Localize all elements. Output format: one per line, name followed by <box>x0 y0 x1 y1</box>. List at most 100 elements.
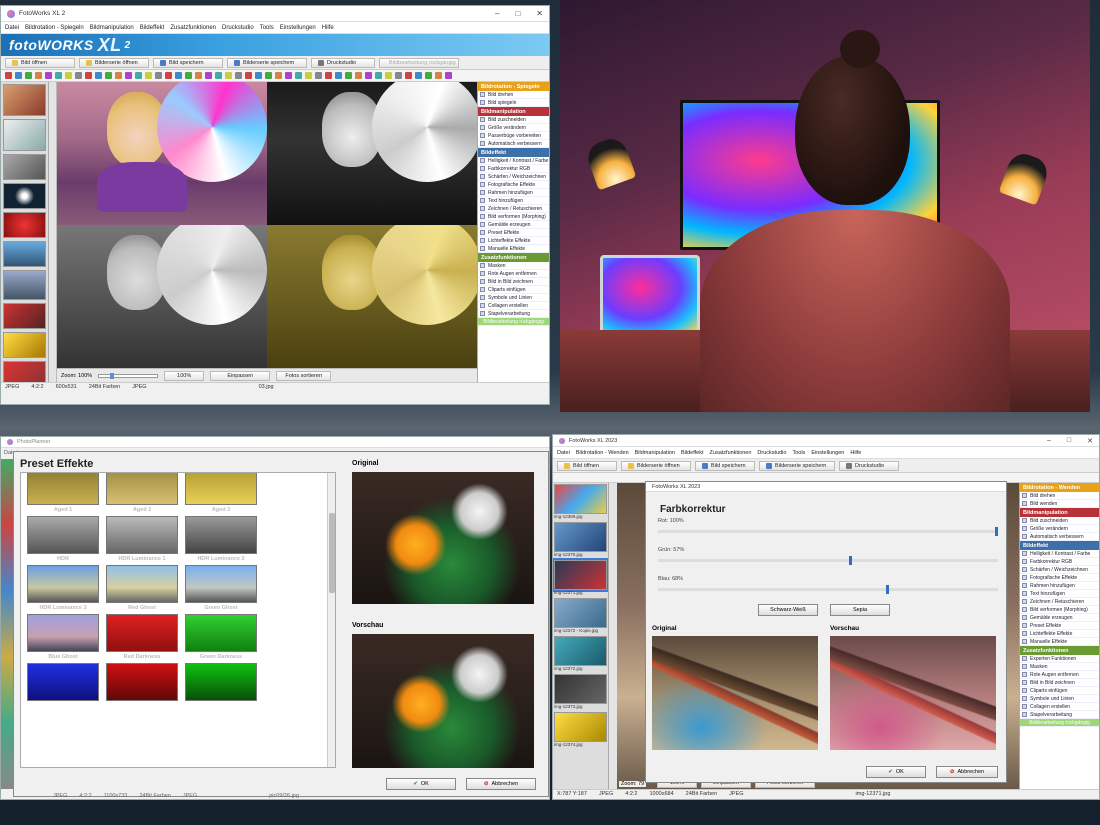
panel-item[interactable]: Bild zuschneiden <box>478 116 549 124</box>
preset-thumbnail[interactable] <box>106 516 178 554</box>
menu-item-zusatzfunktionen[interactable]: Zusatzfunktionen <box>710 450 752 456</box>
panel-item[interactable]: Zeichnen / Retuschieren <box>478 205 549 213</box>
tool-icon[interactable] <box>55 72 62 79</box>
tool-icon[interactable] <box>5 72 12 79</box>
preset-thumbnail[interactable] <box>106 565 178 603</box>
undo-button[interactable]: Bildbearbeitung rückgängig <box>379 57 459 68</box>
panel-item[interactable]: Größe verändern <box>478 124 549 132</box>
thumbnail[interactable] <box>3 303 46 329</box>
panel-item[interactable]: Bild in Bild zeichnen <box>478 278 549 286</box>
panel-item[interactable]: Collagen erstellen <box>1020 703 1099 711</box>
menu-item-bildrotation[interactable]: Bildrotation - Spiegeln <box>25 25 84 31</box>
menu-item-bildrotation[interactable]: Bildrotation - Wenden <box>576 450 629 456</box>
tool-icon[interactable] <box>235 72 242 79</box>
panel-item[interactable]: Lichteffekte Effekte <box>478 237 549 245</box>
panel-item[interactable]: Symbole und Linien <box>1020 695 1099 703</box>
red-slider-knob[interactable] <box>995 527 998 536</box>
save-series-button[interactable]: Bilderserie speichern <box>227 57 307 68</box>
tool-icon[interactable] <box>105 72 112 79</box>
panel-item[interactable]: Text hinzufügen <box>1020 590 1099 598</box>
tool-icon[interactable] <box>205 72 212 79</box>
tool-icon[interactable] <box>225 72 232 79</box>
image-canvas[interactable] <box>57 82 477 368</box>
panel-item[interactable]: Manuelle Effekte <box>478 245 549 253</box>
tool-icon[interactable] <box>435 72 442 79</box>
panel-item[interactable]: Bild zuschneiden <box>1020 517 1099 525</box>
menu-item-bildmanipulation[interactable]: Bildmanipulation <box>635 450 675 456</box>
open-image-button[interactable]: Bild öffnen <box>5 57 75 68</box>
panel-item[interactable]: Zeichnen / Retuschieren <box>1020 598 1099 606</box>
thumbnail-scrollbar[interactable] <box>609 483 617 789</box>
panel-item[interactable]: Schärfen / Weichzeichnen <box>478 173 549 181</box>
tool-icon[interactable] <box>115 72 122 79</box>
cancel-button[interactable]: ⊘ Abbrechen <box>936 766 998 778</box>
thumbnail[interactable] <box>3 154 46 180</box>
panel-item[interactable]: Cliparts einfügen <box>1020 687 1099 695</box>
preset-thumbnail[interactable] <box>185 516 257 554</box>
tool-icon[interactable] <box>305 72 312 79</box>
panel-item[interactable]: Preset Effekte <box>478 229 549 237</box>
zoom-slider[interactable] <box>98 372 159 379</box>
panel-item[interactable]: Cliparts einfügen <box>478 286 549 294</box>
save-image-button[interactable]: Bild speichern <box>153 57 223 68</box>
panel-item[interactable]: Collagen erstellen <box>478 302 549 310</box>
minimize-icon[interactable]: – <box>1047 437 1051 445</box>
zoom-100-button[interactable]: 100% <box>164 370 205 381</box>
panel-item[interactable]: Gemälde erzeugen <box>478 221 549 229</box>
menu-item-tools[interactable]: Tools <box>792 450 805 456</box>
tool-icon[interactable] <box>445 72 452 79</box>
thumbnail[interactable] <box>554 598 607 628</box>
menu-item-druckstudio[interactable]: Druckstudio <box>222 25 254 31</box>
panel-item[interactable]: Masken <box>478 262 549 270</box>
panel-item[interactable]: Symbole und Linien <box>478 294 549 302</box>
tool-icon[interactable] <box>275 72 282 79</box>
panel-item[interactable]: Bild drehen <box>1020 492 1099 500</box>
thumbnail[interactable] <box>3 361 46 382</box>
close-icon[interactable]: ✕ <box>536 9 543 18</box>
panel-item[interactable]: Masken <box>1020 663 1099 671</box>
tool-icon[interactable] <box>405 72 412 79</box>
tool-icon[interactable] <box>75 72 82 79</box>
preset-thumbnail[interactable] <box>27 516 99 554</box>
panel-item[interactable]: Gemälde erzeugen <box>1020 614 1099 622</box>
menu-item-datei[interactable]: Datei <box>557 450 570 456</box>
black-white-button[interactable]: Schwarz-Weiß <box>758 604 818 616</box>
panel-item[interactable]: Automatisch verbessern <box>1020 533 1099 541</box>
thumbnail[interactable] <box>3 270 46 300</box>
preset-thumbnail[interactable] <box>27 565 99 603</box>
blue-slider-knob[interactable] <box>886 585 890 594</box>
menu-item-druckstudio[interactable]: Druckstudio <box>757 450 786 456</box>
green-slider[interactable] <box>658 556 998 565</box>
preset-thumbnail[interactable] <box>106 473 178 505</box>
ok-button[interactable]: ✔ OK <box>866 766 926 778</box>
preset-thumbnail[interactable] <box>27 473 99 505</box>
sepia-button[interactable]: Sepia <box>830 604 890 616</box>
panel-item[interactable]: Farbkorrektur RGB <box>1020 558 1099 566</box>
tool-icon[interactable] <box>125 72 132 79</box>
panel-item[interactable]: Größe verändern <box>1020 525 1099 533</box>
ok-button[interactable]: ✔ OK <box>386 778 456 790</box>
menu-item-einstellungen[interactable]: Einstellungen <box>811 450 844 456</box>
panel-item[interactable]: Rahmen hinzufügen <box>1020 582 1099 590</box>
thumbnail[interactable] <box>554 674 607 704</box>
thumbnail[interactable] <box>3 332 46 358</box>
tool-icon[interactable] <box>315 72 322 79</box>
tool-icon[interactable] <box>85 72 92 79</box>
tool-icon[interactable] <box>215 72 222 79</box>
panel-item[interactable]: Lichteffekte Effekte <box>1020 630 1099 638</box>
undo-panel-button[interactable]: Bildbearbeitung rückgängig <box>478 318 549 326</box>
tool-icon[interactable] <box>65 72 72 79</box>
tool-icon[interactable] <box>355 72 362 79</box>
thumbnail-scrollbar[interactable] <box>49 82 57 382</box>
tool-icon[interactable] <box>345 72 352 79</box>
tool-icon[interactable] <box>165 72 172 79</box>
panel-item[interactable]: Stapelverarbeitung <box>478 310 549 318</box>
preset-thumbnail[interactable] <box>185 614 257 652</box>
menu-item-einstellungen[interactable]: Einstellungen <box>280 25 316 31</box>
panel-item[interactable]: Experten Funktionen <box>1020 655 1099 663</box>
menu-item-hilfe[interactable]: Hilfe <box>322 25 334 31</box>
menu-item-hilfe[interactable]: Hilfe <box>850 450 861 456</box>
tool-icon[interactable] <box>175 72 182 79</box>
green-slider-knob[interactable] <box>848 556 852 565</box>
panel-item[interactable]: Bild verformen (Morphing) <box>478 213 549 221</box>
